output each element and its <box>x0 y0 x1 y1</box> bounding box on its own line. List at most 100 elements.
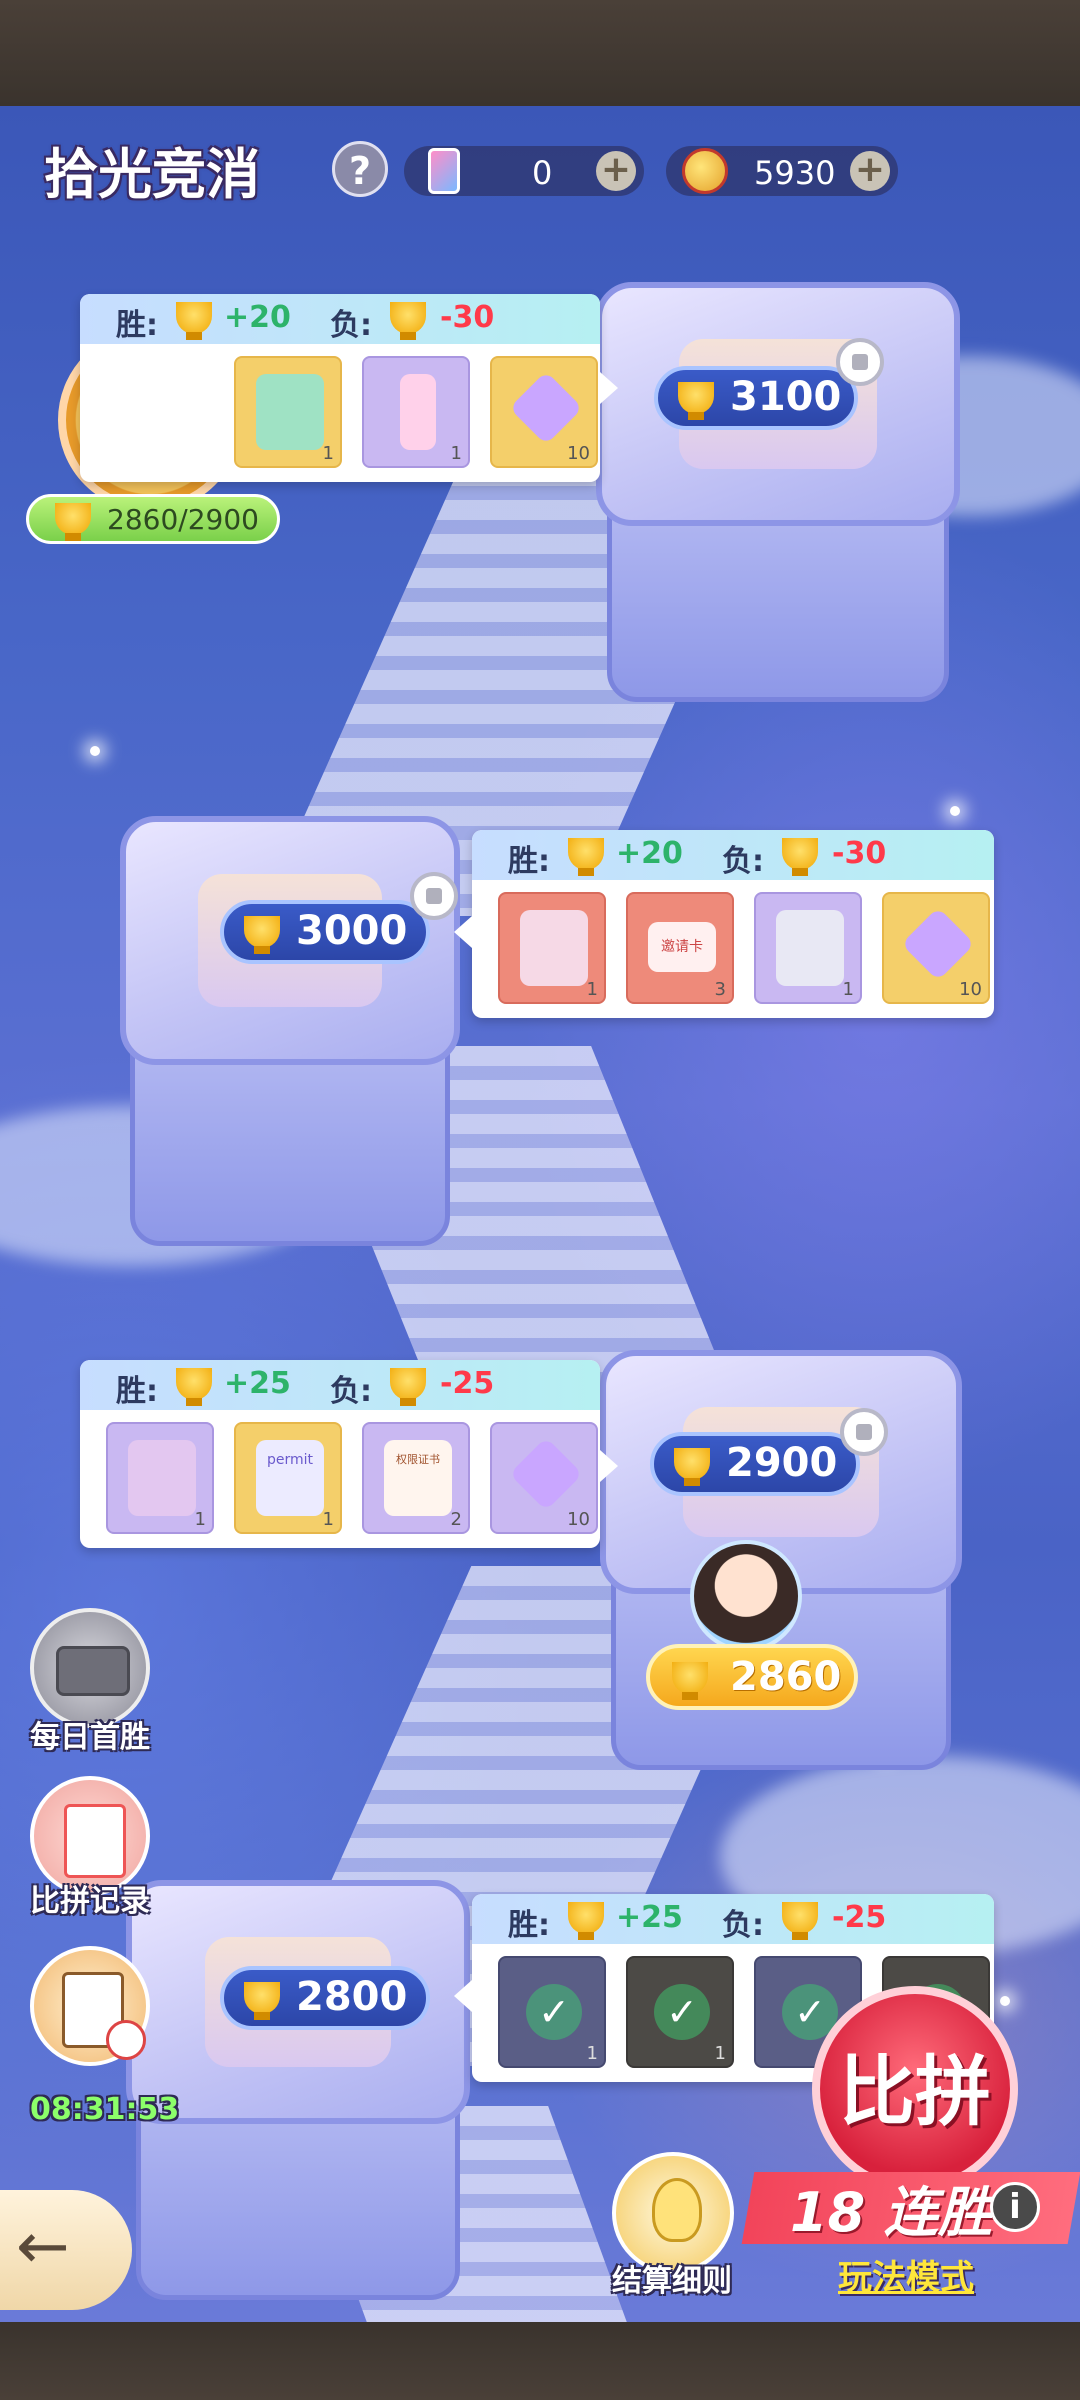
lock-icon <box>840 1408 888 1456</box>
trophy-icon <box>782 838 818 876</box>
level-score-2900[interactable]: 2900 <box>650 1432 860 1496</box>
lose-label: 负: <box>330 308 372 343</box>
record-book-icon <box>64 1804 126 1878</box>
trophy-icon <box>244 1982 280 2020</box>
platform-3000 <box>120 816 460 1246</box>
win-value: +20 <box>616 836 683 871</box>
claimed-check-icon: ✓ <box>526 1984 582 2040</box>
daily-first-win-button[interactable] <box>30 1608 150 1728</box>
back-button[interactable]: ← <box>0 2190 132 2310</box>
ticket-icon <box>256 374 324 450</box>
reward-count: 1 <box>194 1509 206 1530</box>
reward-diamond[interactable]: 10 <box>882 892 990 1004</box>
reward-count: 10 <box>959 979 982 1000</box>
panel-pointer <box>454 916 472 948</box>
add-ticket-button[interactable]: + <box>596 151 636 191</box>
level-score: 3000 <box>296 908 408 954</box>
reward-panel-2900: 胜: +25 负: -25 1 permit 1 权限证书 2 10 <box>80 1360 618 1548</box>
reward-claimed[interactable]: ✓ 1 <box>498 1956 606 2068</box>
trophy-icon <box>568 838 604 876</box>
panel-header: 胜: +25 负: -25 <box>472 1894 994 1944</box>
lose-value: -25 <box>440 1366 495 1401</box>
win-label: 胜: <box>508 844 550 879</box>
task-list-button[interactable] <box>30 1946 150 2066</box>
trophy-icon <box>674 1448 710 1486</box>
trophy-icon <box>782 1902 818 1940</box>
lock-icon <box>410 872 458 920</box>
win-value: +20 <box>224 300 291 335</box>
top-frame <box>0 0 1080 106</box>
coin-counter: 5930 + <box>666 146 898 196</box>
level-score: 2800 <box>296 1974 408 2020</box>
player-avatar[interactable] <box>690 1540 802 1652</box>
diamond-icon <box>509 371 583 445</box>
panel-header: 胜: +20 负: -30 <box>472 830 994 880</box>
reward-bottle[interactable]: 1 <box>362 356 470 468</box>
trophy-icon <box>390 1368 426 1406</box>
win-streak: 18 连胜 <box>790 2181 992 2244</box>
reward-diamond[interactable]: 10 <box>490 1422 598 1534</box>
ticket-icon: 邀请卡 <box>648 922 716 972</box>
platform-2800 <box>126 1880 470 2300</box>
reward-furniture[interactable]: 1 <box>754 892 862 1004</box>
reward-count: 1 <box>586 2043 598 2064</box>
coin-count: 5930 <box>754 154 836 192</box>
trophy-icon <box>672 1662 708 1700</box>
reward-count: 1 <box>586 979 598 1000</box>
lock-icon <box>836 338 884 386</box>
level-score-2800[interactable]: 2800 <box>220 1966 430 2030</box>
lose-value: -30 <box>440 300 495 335</box>
player-score: 2860 <box>730 1654 842 1700</box>
rank-progress: 2860/2900 <box>107 503 259 536</box>
claimed-check-icon: ✓ <box>654 1984 710 2040</box>
reward-character-card[interactable]: 1 <box>106 1422 214 1534</box>
win-label: 胜: <box>508 1908 550 1943</box>
panel-pointer <box>600 372 618 404</box>
reward-count: 10 <box>567 1509 590 1530</box>
reward-count: 1 <box>714 2043 726 2064</box>
character-card-icon <box>128 1440 196 1516</box>
info-button[interactable]: i <box>990 2182 1040 2232</box>
compete-button[interactable]: 比拼 <box>812 1986 1018 2192</box>
sparkle <box>1000 1996 1010 2006</box>
reward-character-card[interactable]: 1 <box>498 892 606 1004</box>
game-mode-link[interactable]: 玩法模式 <box>838 2250 974 2299</box>
level-score: 2900 <box>726 1440 838 1486</box>
reward-ticket[interactable]: 1 <box>234 356 342 468</box>
lose-value: -30 <box>832 836 887 871</box>
level-score-3000[interactable]: 3000 <box>220 900 430 964</box>
diamond-icon <box>509 1437 583 1511</box>
reward-certificate[interactable]: 权限证书 2 <box>362 1422 470 1534</box>
lightbulb-icon <box>652 2178 702 2242</box>
reward-count: 10 <box>567 443 590 464</box>
reward-permit[interactable]: permit 1 <box>234 1422 342 1534</box>
reward-claimed[interactable]: ✓ 1 <box>626 1956 734 2068</box>
ticket-count: 0 <box>532 154 553 192</box>
ticket-counter: 0 + <box>404 146 644 196</box>
trophy-icon <box>55 503 91 541</box>
diamond-icon <box>901 907 975 981</box>
help-button[interactable]: ? <box>332 141 388 197</box>
win-label: 胜: <box>116 308 158 343</box>
reward-count: 1 <box>450 443 462 464</box>
sparkle <box>950 806 960 816</box>
level-score-3100[interactable]: 3100 <box>654 366 858 430</box>
trophy-icon <box>176 302 212 340</box>
reward-invite-card[interactable]: 邀请卡 3 <box>626 892 734 1004</box>
reward-diamond[interactable]: 10 <box>490 356 598 468</box>
certificate-icon: 权限证书 <box>384 1440 452 1516</box>
panel-pointer <box>600 1450 618 1482</box>
lose-label: 负: <box>330 1374 372 1409</box>
trophy-icon <box>390 302 426 340</box>
level-score: 3100 <box>730 374 842 420</box>
lose-label: 负: <box>722 1908 764 1943</box>
trophy-icon <box>244 916 280 954</box>
reward-panel-3100: 胜: +20 负: -30 1 1 10 <box>80 294 618 482</box>
rank-progress-pill: 2860/2900 <box>26 494 280 544</box>
reward-panel-3000: 胜: +20 负: -30 1 邀请卡 3 1 10 <box>454 830 994 1018</box>
reward-count: 3 <box>714 979 726 1000</box>
clock-icon <box>106 2020 146 2060</box>
panel-pointer <box>454 1980 472 2012</box>
win-value: +25 <box>616 1900 683 1935</box>
add-coin-button[interactable]: + <box>850 151 890 191</box>
